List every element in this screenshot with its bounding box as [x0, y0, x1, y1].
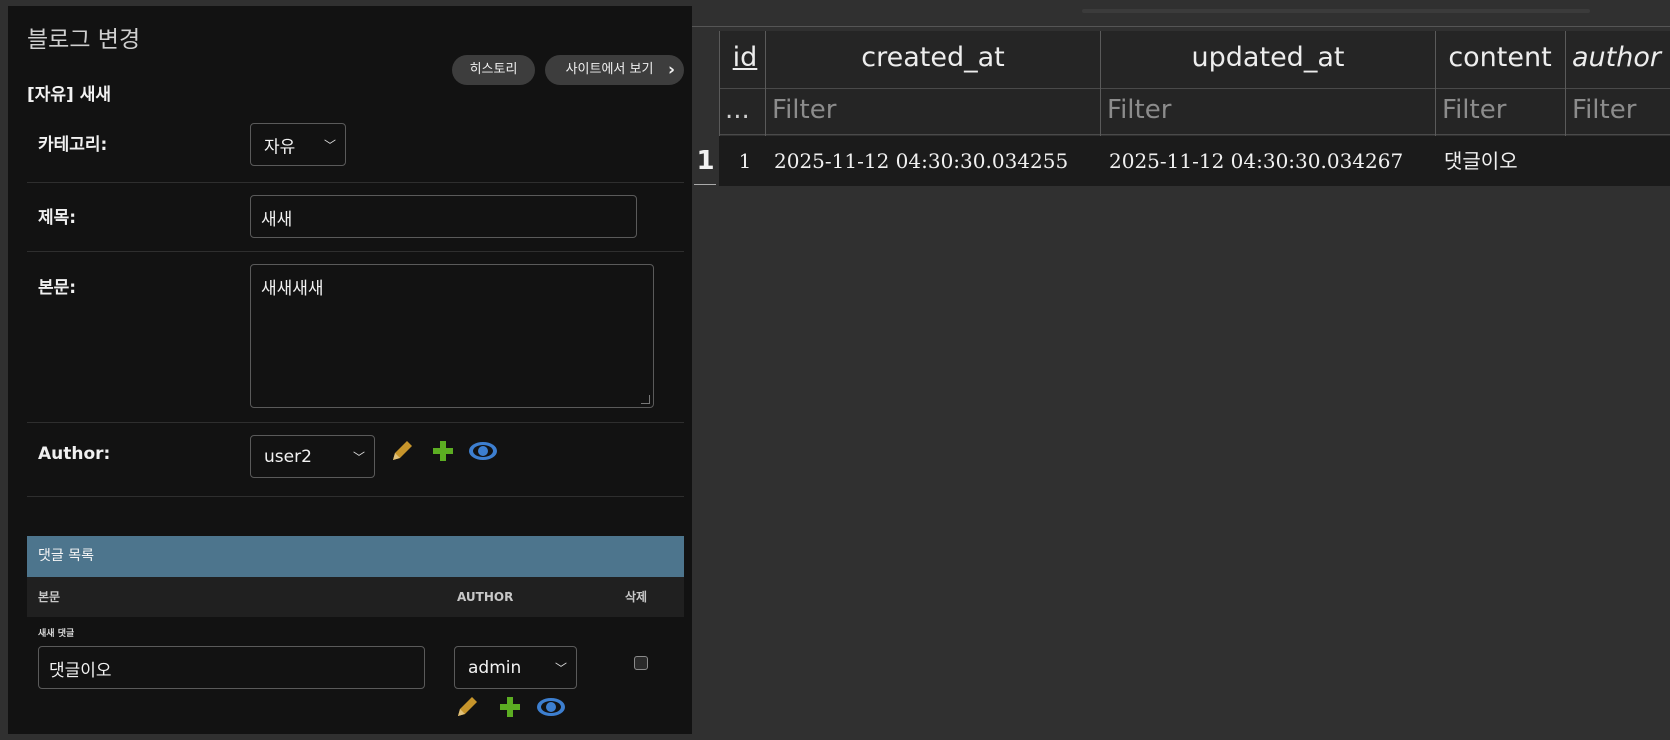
filter-updated-at[interactable]: Filter: [1107, 90, 1171, 130]
filter-id[interactable]: ...: [725, 90, 750, 130]
pencil-icon[interactable]: [454, 694, 480, 720]
cell-content[interactable]: 댓글이오: [1444, 136, 1518, 186]
filter-created-at[interactable]: Filter: [772, 90, 836, 130]
inline-column-header: 본문 AUTHOR 삭제: [27, 577, 684, 617]
page-title: 블로그 변경: [27, 27, 141, 53]
column-header-id[interactable]: id: [725, 32, 765, 84]
row-number-underline: [694, 184, 716, 185]
toolbar-strip: [692, 0, 1670, 6]
col-body: 본문: [38, 590, 61, 604]
history-button[interactable]: 히스토리: [452, 55, 535, 85]
title-input[interactable]: 새새: [250, 195, 637, 238]
plus-icon[interactable]: [498, 695, 522, 719]
divider: [27, 251, 684, 252]
title-label: 제목:: [38, 208, 77, 228]
comment-input[interactable]: 댓글이오: [38, 646, 425, 689]
database-grid: id created_at updated_at content author …: [692, 0, 1670, 740]
divider: [719, 88, 1670, 89]
admin-change-form: 블로그 변경 [자유] 새새 히스토리 사이트에서 보기 › 카테고리: 자유 …: [8, 6, 692, 734]
author-select[interactable]: user2 ﹀: [250, 435, 375, 478]
cell-created-at[interactable]: 2025-11-12 04:30:30.034255: [774, 136, 1068, 186]
column-header-content[interactable]: content: [1436, 32, 1564, 84]
view-on-site-label: 사이트에서 보기: [565, 62, 654, 77]
view-on-site-button[interactable]: 사이트에서 보기 ›: [545, 55, 684, 85]
plus-icon[interactable]: [431, 439, 455, 463]
category-value: 자유: [264, 137, 296, 157]
row-number[interactable]: 1: [692, 136, 719, 186]
object-title: [자유] 새새: [27, 85, 112, 105]
divider: [27, 422, 684, 423]
comment-author-select[interactable]: admin ﹀: [454, 646, 577, 689]
divider: [692, 26, 1670, 27]
body-label: 본문:: [38, 278, 77, 298]
column-header-updated-at[interactable]: updated_at: [1101, 32, 1435, 84]
resize-handle[interactable]: [641, 395, 650, 404]
category-label: 카테고리:: [38, 135, 108, 155]
chevron-down-icon: ﹀: [323, 138, 336, 152]
column-header-author[interactable]: author: [1572, 32, 1670, 84]
col-delete: 삭제: [625, 590, 648, 604]
delete-checkbox[interactable]: [634, 656, 648, 670]
horizontal-scrollbar[interactable]: [1082, 9, 1590, 13]
cell-id[interactable]: 1: [725, 136, 765, 186]
divider: [719, 134, 1670, 135]
column-header-created-at[interactable]: created_at: [766, 32, 1100, 84]
filter-content[interactable]: Filter: [1442, 90, 1506, 130]
eye-icon[interactable]: [468, 440, 498, 462]
chevron-down-icon: ﹀: [554, 661, 567, 675]
comment-author-value: admin: [468, 657, 522, 678]
cell-updated-at[interactable]: 2025-11-12 04:30:30.034267: [1109, 136, 1403, 186]
author-label: Author:: [38, 444, 111, 464]
inline-row-title: 새새 댓글: [38, 629, 75, 639]
category-select[interactable]: 자유 ﹀: [250, 123, 346, 166]
chevron-down-icon: ﹀: [352, 450, 365, 464]
divider: [27, 496, 684, 497]
chevron-right-icon: ›: [667, 60, 675, 80]
inline-header: 댓글 목록: [27, 536, 684, 577]
author-value: user2: [264, 446, 312, 467]
eye-icon[interactable]: [536, 696, 566, 718]
divider: [27, 182, 684, 183]
pencil-icon[interactable]: [389, 438, 415, 464]
filter-author[interactable]: Filter: [1572, 90, 1636, 130]
col-author: AUTHOR: [457, 590, 514, 604]
title-value: 새새: [261, 210, 293, 230]
comment-value: 댓글이오: [49, 661, 112, 681]
body-textarea[interactable]: 새새새새: [250, 264, 654, 408]
body-value: 새새새새: [261, 279, 324, 299]
